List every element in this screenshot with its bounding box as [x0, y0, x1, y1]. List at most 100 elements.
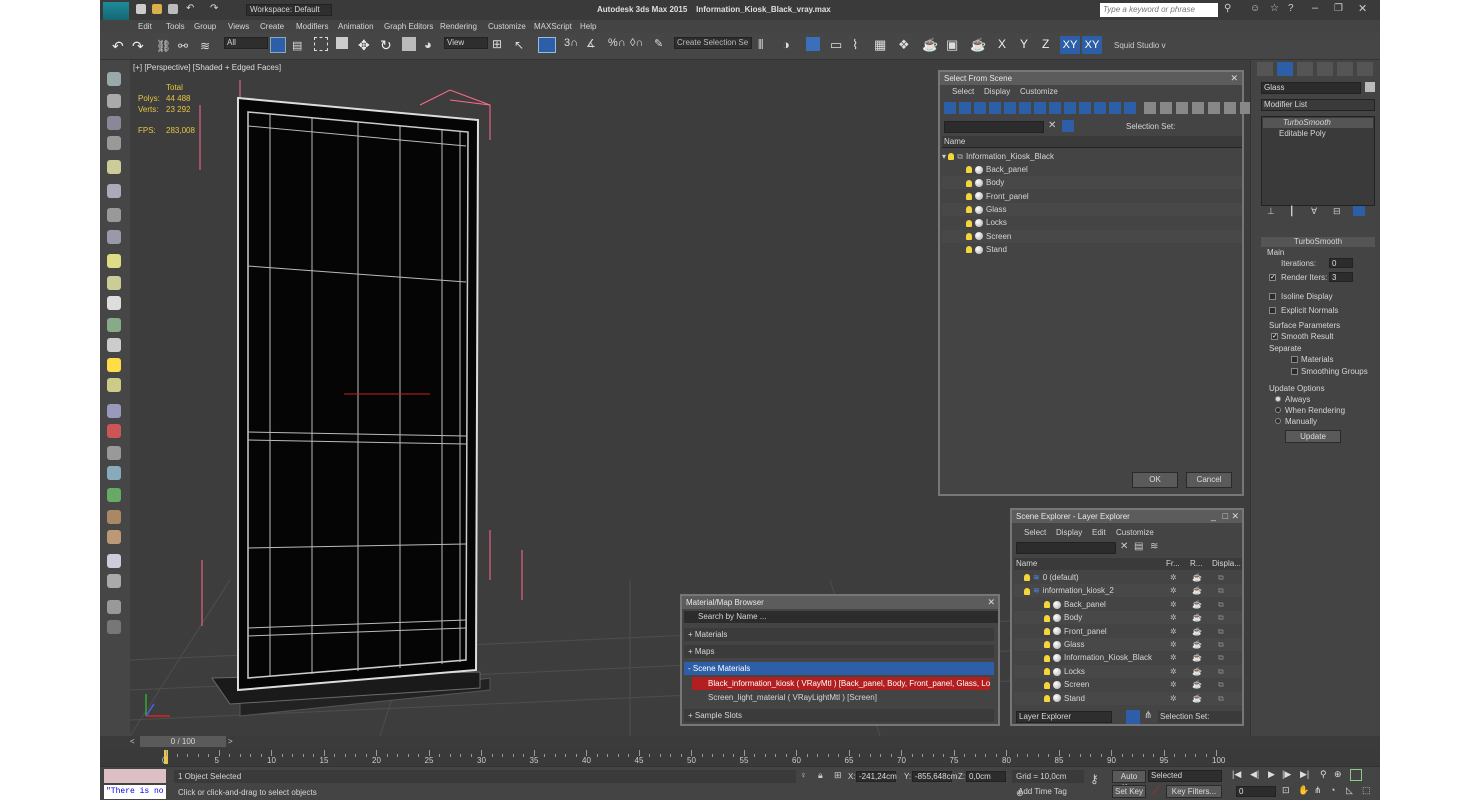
motion-tab-icon[interactable]: [1317, 62, 1333, 76]
lights-filter-icon[interactable]: [974, 102, 986, 114]
invert-filter-icon[interactable]: [1160, 102, 1172, 114]
layers-icon[interactable]: [107, 116, 121, 130]
transform-mode-icon[interactable]: ⊞: [834, 770, 842, 781]
freeze-icon[interactable]: ✲: [1170, 638, 1177, 651]
anchor-icon[interactable]: [107, 446, 121, 460]
material-item-black-kiosk[interactable]: Black_information_kiosk ( VRayMtl ) [Bac…: [692, 677, 990, 690]
minimize-icon[interactable]: _: [1211, 511, 1216, 521]
render-toggle-icon[interactable]: ☕: [1192, 611, 1202, 624]
render-toggle-icon[interactable]: ☕: [1192, 678, 1202, 691]
isoline-checkbox[interactable]: [1269, 293, 1276, 300]
foliage-icon[interactable]: [107, 318, 121, 332]
key-icon[interactable]: ⚷: [1090, 772, 1099, 786]
zoom-icon[interactable]: ⚲: [1320, 769, 1327, 780]
y-coordinate[interactable]: -855,648cm: [912, 771, 957, 782]
grass-icon[interactable]: [107, 488, 121, 502]
maxscript-mini-listener[interactable]: [104, 769, 166, 783]
display-icon[interactable]: ⧉: [1218, 638, 1224, 651]
cone-icon[interactable]: [107, 338, 121, 352]
modifier-list-dropdown[interactable]: Modifier List: [1261, 99, 1375, 111]
display-icon[interactable]: ⧉: [1218, 678, 1224, 691]
disc-icon[interactable]: [107, 378, 121, 392]
layers-toggle-icon[interactable]: [1126, 710, 1140, 724]
rendered-frame-icon[interactable]: ▣: [946, 37, 958, 53]
show-end-result-icon[interactable]: ┃: [1289, 206, 1294, 217]
visibility-icon[interactable]: [966, 192, 972, 200]
clear-search-icon[interactable]: ✕: [1120, 541, 1128, 552]
bones-filter-icon[interactable]: [1064, 102, 1076, 114]
materials-checkbox[interactable]: [1291, 356, 1298, 363]
maxscript-output[interactable]: "There is no: [104, 785, 166, 799]
se-row-front-panel[interactable]: Front_panel ✲ ☕ ⧉: [1014, 624, 1242, 638]
visibility-icon[interactable]: [1044, 681, 1050, 689]
cameras-filter-icon[interactable]: [989, 102, 1001, 114]
always-radio[interactable]: [1275, 396, 1281, 402]
maps-section[interactable]: + Maps: [684, 645, 994, 658]
bind-spacewarp-icon[interactable]: ≋: [200, 39, 210, 53]
sfs-menu-customize[interactable]: Customize: [1020, 87, 1058, 96]
layer-manager-icon[interactable]: [806, 37, 820, 51]
object-color-swatch[interactable]: [1365, 82, 1375, 92]
se-row-information-kiosk-black[interactable]: Information_Kiosk_Black ✲ ☕ ⧉: [1014, 651, 1242, 665]
tree-item-screen[interactable]: Screen: [942, 229, 1242, 243]
close-icon[interactable]: ✕: [987, 597, 995, 608]
render-toggle-icon[interactable]: ☕: [1192, 665, 1202, 678]
se-row-back-panel[interactable]: Back_panel ✲ ☕ ⧉: [1014, 597, 1242, 611]
tree-item-stand[interactable]: Stand: [942, 242, 1242, 256]
sfs-column-header[interactable]: Name: [942, 136, 1242, 148]
select-object-icon[interactable]: [270, 37, 286, 53]
box-icon[interactable]: [107, 94, 121, 108]
tree-item-back-panel[interactable]: Back_panel: [942, 163, 1242, 176]
filter-icon[interactable]: ▤: [1134, 541, 1143, 552]
pin-stack-icon[interactable]: ⊥: [1267, 206, 1275, 217]
key-filters-button[interactable]: Key Filters...: [1166, 785, 1222, 798]
remove-modifier-icon[interactable]: ⊟: [1333, 206, 1341, 217]
visibility-icon[interactable]: [1044, 668, 1050, 676]
axis-xy-cycle-button[interactable]: XY: [1082, 36, 1102, 54]
se-row-0-default-[interactable]: ≋ 0 (default) ✲ ☕ ⧉: [1014, 571, 1242, 584]
maximize-viewport-icon[interactable]: ⬚: [1362, 785, 1371, 796]
paint-icon[interactable]: [107, 424, 121, 438]
groups-filter-icon[interactable]: [1034, 102, 1046, 114]
render-iters-spinner[interactable]: 3: [1329, 272, 1353, 282]
make-unique-icon[interactable]: ∀: [1311, 206, 1317, 217]
user-icon[interactable]: ☺: [1250, 3, 1260, 14]
current-frame-field[interactable]: 0: [1236, 786, 1276, 797]
visibility-icon[interactable]: [1044, 601, 1050, 609]
tree-item-locks[interactable]: Locks: [942, 216, 1242, 230]
xrefs-filter-icon[interactable]: [1049, 102, 1061, 114]
hierarchy-tab-icon[interactable]: [1297, 62, 1313, 76]
display-icon[interactable]: ⧉: [1218, 571, 1224, 584]
grid-icon[interactable]: [107, 574, 121, 588]
display-icon[interactable]: ⧉: [1218, 598, 1224, 611]
zoom-all-icon[interactable]: ⊕: [1334, 769, 1342, 780]
unlink-icon[interactable]: ⚯: [178, 39, 188, 53]
menu-views[interactable]: Views: [228, 22, 249, 31]
time-slider[interactable]: < 0 / 100 >: [100, 736, 1380, 748]
object-name-input[interactable]: Glass: [1261, 82, 1361, 94]
scale-icon[interactable]: [402, 37, 416, 51]
render-icon[interactable]: ☕: [970, 37, 986, 53]
time-config-icon[interactable]: ⊡: [1282, 785, 1290, 796]
display-icon[interactable]: ⧉: [1218, 625, 1224, 638]
render-toggle-icon[interactable]: ☕: [1192, 598, 1202, 611]
modify-tab-icon[interactable]: [1277, 62, 1293, 76]
fov-icon[interactable]: ◺: [1346, 785, 1353, 796]
render-toggle-icon[interactable]: ☕: [1192, 651, 1202, 664]
se-row-screen[interactable]: Screen ✲ ☕ ⧉: [1014, 678, 1242, 692]
se-menu-display[interactable]: Display: [1056, 528, 1082, 537]
redo-icon[interactable]: ↷: [132, 38, 144, 55]
display-icon[interactable]: ⧉: [1218, 651, 1224, 664]
stack-editable-poly[interactable]: Editable Poly: [1263, 129, 1373, 139]
menu-customize[interactable]: Customize: [488, 22, 526, 31]
render-setup-icon[interactable]: ☕: [922, 37, 938, 53]
align-icon[interactable]: ◑: [782, 37, 790, 52]
se-row-locks[interactable]: Locks ✲ ☕ ⧉: [1014, 664, 1242, 678]
stack-turbosmooth[interactable]: TurboSmooth: [1263, 118, 1373, 128]
visibility-icon[interactable]: [1044, 654, 1050, 662]
materials-section[interactable]: + Materials: [684, 628, 994, 641]
help-icon[interactable]: [107, 620, 121, 634]
light-icon[interactable]: [107, 160, 121, 174]
isolate-icon[interactable]: ♀: [800, 770, 807, 780]
freeze-icon[interactable]: ✲: [1170, 651, 1177, 664]
